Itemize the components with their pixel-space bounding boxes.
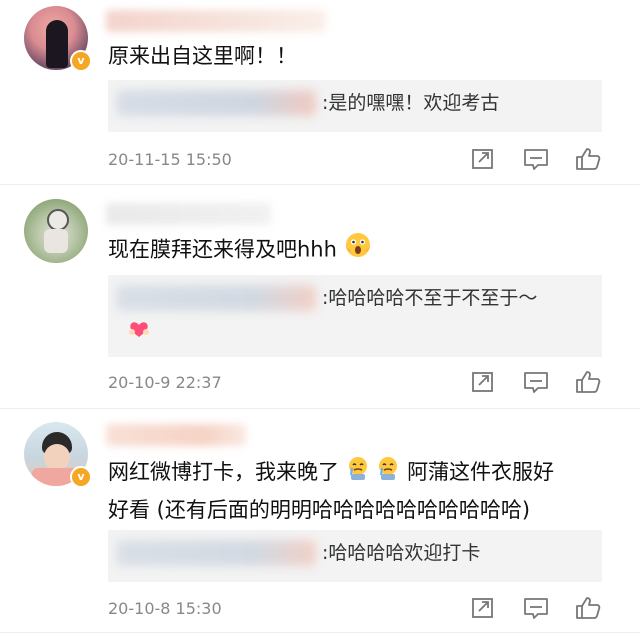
timestamp: 20-11-15 15:50 [108, 150, 232, 169]
timestamp: 20-10-9 22:37 [108, 373, 222, 392]
reply-username-blurred [116, 540, 316, 566]
reply-username-blurred [116, 285, 316, 311]
divider [0, 632, 640, 633]
comment-icon[interactable] [522, 146, 550, 174]
share-icon[interactable] [470, 146, 498, 174]
verified-badge-icon: v [70, 50, 92, 72]
heart-hands-emoji-icon [128, 319, 150, 343]
share-icon[interactable] [470, 595, 498, 623]
action-icons [470, 146, 602, 174]
action-icons [470, 369, 602, 397]
comment-text-body: 现在膜拜还来得及吧hhh [108, 237, 337, 262]
comment-1: v 原来出自这里啊！！ :是的嘿嘿！欢迎考古 20-11-15 15:50 [0, 0, 640, 185]
comment-text: 原来出自这里啊！！ [108, 44, 297, 68]
reply-text: :是的嘿嘿！欢迎考古 [322, 92, 500, 114]
timestamp: 20-10-8 15:30 [108, 599, 222, 618]
username-blurred[interactable] [106, 424, 246, 446]
divider [0, 408, 640, 409]
reply-box[interactable]: :哈哈哈哈欢迎打卡 [108, 530, 602, 582]
like-icon[interactable] [574, 369, 602, 397]
comment-3: v 网红微博打卡，我来晚了 阿蒲这件衣服好 好看 (还有后面的明明哈哈哈哈哈哈哈… [0, 410, 640, 635]
username-blurred[interactable] [106, 203, 271, 225]
comment-text-line2: 好看 (还有后面的明明哈哈哈哈哈哈哈哈哈哈) [108, 497, 531, 522]
comment-2: 现在膜拜还来得及吧hhh :哈哈哈哈不至于不至于～ 20-10-9 22:37 [0, 185, 640, 410]
reply-box[interactable]: :哈哈哈哈不至于不至于～ [108, 275, 602, 357]
comment-icon[interactable] [522, 595, 550, 623]
reply-username-blurred [116, 90, 316, 116]
comment-text: 现在膜拜还来得及吧hhh [108, 231, 612, 270]
avatar[interactable] [24, 199, 88, 263]
reply-text: :哈哈哈哈欢迎打卡 [322, 542, 481, 564]
comment-icon[interactable] [522, 369, 550, 397]
like-icon[interactable] [574, 595, 602, 623]
comment-text-line1-tail: 阿蒲这件衣服好 [407, 460, 555, 484]
comment-text: 网红微博打卡，我来晚了 阿蒲这件衣服好 好看 (还有后面的明明哈哈哈哈哈哈哈哈哈… [108, 454, 612, 528]
verified-badge-icon: v [70, 466, 92, 488]
action-icons [470, 595, 602, 623]
reply-text: :哈哈哈哈不至于不至于～ [322, 287, 538, 309]
share-icon[interactable] [470, 369, 498, 397]
crying-face-emoji-icon [376, 455, 400, 492]
like-icon[interactable] [574, 146, 602, 174]
reply-box[interactable]: :是的嘿嘿！欢迎考古 [108, 80, 602, 132]
surprised-face-emoji-icon [344, 231, 372, 270]
username-blurred[interactable] [106, 10, 326, 32]
comment-text-line1: 网红微博打卡，我来晚了 [108, 460, 339, 484]
crying-face-emoji-icon [346, 455, 370, 492]
